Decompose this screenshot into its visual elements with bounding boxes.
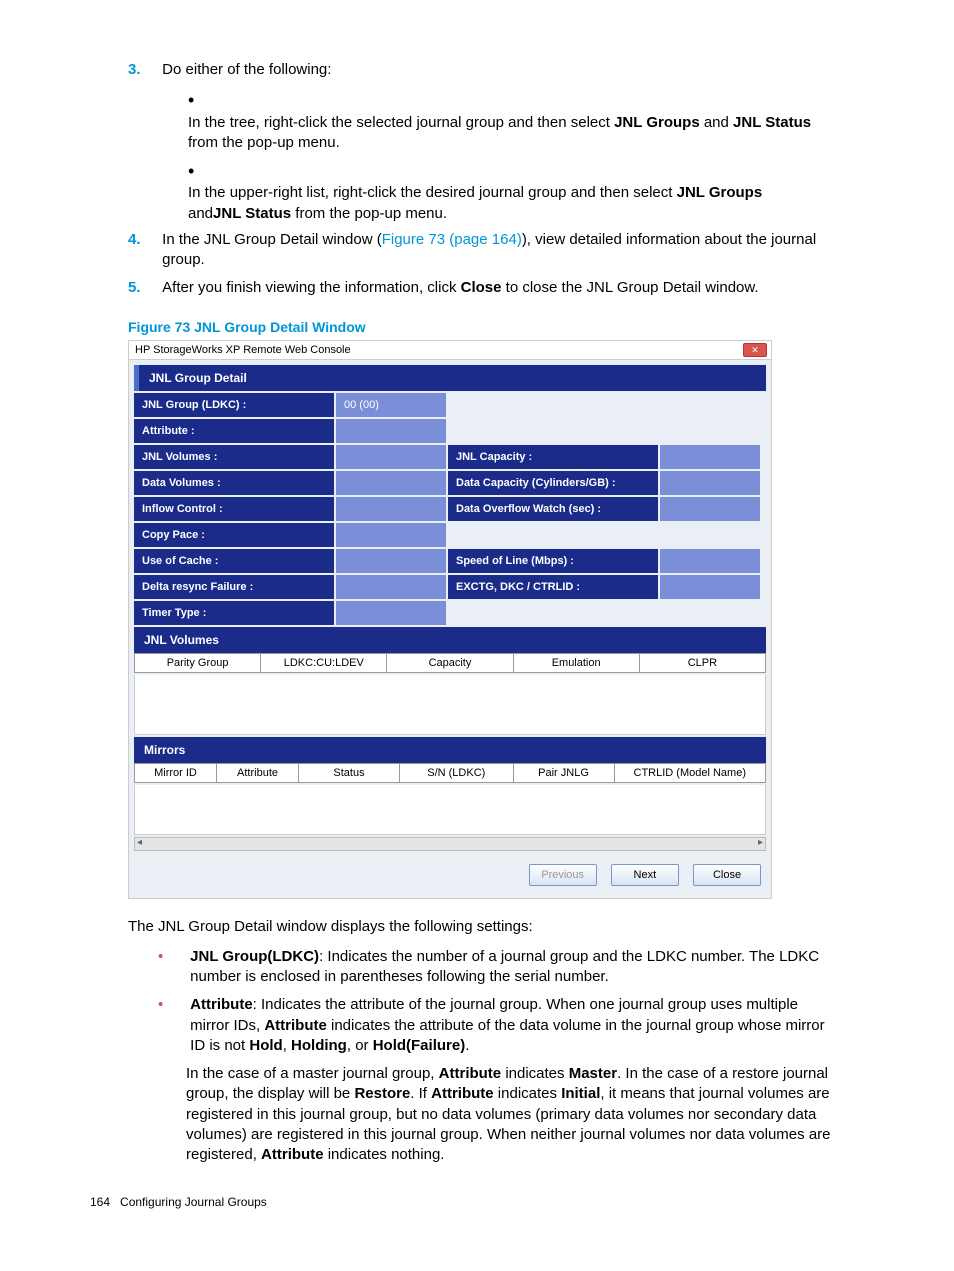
figure-73-link[interactable]: Figure 73 (page 164) xyxy=(382,231,522,248)
lbl-data-volumes: Data Volumes : xyxy=(134,471,334,495)
val-data-capacity xyxy=(660,471,760,495)
bullet: • xyxy=(188,159,218,183)
bullet: • xyxy=(188,88,218,112)
col-mirror-id[interactable]: Mirror ID xyxy=(135,763,217,782)
lbl-delta: Delta resync Failure : xyxy=(134,575,334,599)
step-4-text: In the JNL Group Detail window (Figure 7… xyxy=(162,230,842,271)
horizontal-scrollbar[interactable] xyxy=(134,837,766,851)
bullet: • xyxy=(158,947,186,967)
settings-list: • JNL Group(LDKC): Indicates the number … xyxy=(158,947,848,1166)
lbl-exctg: EXCTG, DKC / CTRLID : xyxy=(448,575,658,599)
button-row: Previous Next Close xyxy=(129,856,771,898)
page-number: 164 xyxy=(90,1195,110,1209)
lbl-jnl-volumes: JNL Volumes : xyxy=(134,445,334,469)
lbl-speed: Speed of Line (Mbps) : xyxy=(448,549,658,573)
val-cache xyxy=(336,549,446,573)
val-overflow xyxy=(660,497,760,521)
window-title: HP StorageWorks XP Remote Web Console xyxy=(135,344,351,356)
val-exctg xyxy=(660,575,760,599)
intro-text: The JNL Group Detail window displays the… xyxy=(128,917,848,937)
col-capacity[interactable]: Capacity xyxy=(387,653,513,672)
lbl-copy-pace: Copy Pace : xyxy=(134,523,334,547)
val-delta xyxy=(336,575,446,599)
val-timer xyxy=(336,601,446,625)
mirrors-body xyxy=(134,785,766,835)
close-icon[interactable]: ✕ xyxy=(743,343,767,357)
col-ctrlid[interactable]: CTRLID (Model Name) xyxy=(614,763,765,782)
val-copy-pace xyxy=(336,523,446,547)
col-pair-jnlg[interactable]: Pair JNLG xyxy=(513,763,614,782)
val-jnl-capacity xyxy=(660,445,760,469)
section-mirrors: Mirrors xyxy=(134,737,766,763)
step-number-3: 3. xyxy=(128,60,158,80)
lbl-attribute: Attribute : xyxy=(134,419,334,443)
jnl-group-detail-window: HP StorageWorks XP Remote Web Console ✕ … xyxy=(128,340,772,899)
col-ldkc-cu-ldev[interactable]: LDKC:CU:LDEV xyxy=(261,653,387,672)
window-titlebar: HP StorageWorks XP Remote Web Console ✕ xyxy=(129,341,771,360)
previous-button: Previous xyxy=(529,864,597,886)
step-3: 3. Do either of the following: xyxy=(128,60,848,80)
val-attribute xyxy=(336,419,446,443)
step-5-text: After you finish viewing the information… xyxy=(162,278,842,298)
val-jnl-group: 00 (00) xyxy=(336,393,446,417)
step-3a: In the tree, right-click the selected jo… xyxy=(188,113,818,154)
step-5: 5. After you finish viewing the informat… xyxy=(128,278,848,298)
lbl-timer: Timer Type : xyxy=(134,601,334,625)
close-button[interactable]: Close xyxy=(693,864,761,886)
desc-attribute-continued: In the case of a master journal group, A… xyxy=(186,1064,836,1165)
step-3b: In the upper-right list, right-click the… xyxy=(188,183,818,224)
lbl-data-capacity: Data Capacity (Cylinders/GB) : xyxy=(448,471,658,495)
bullet: • xyxy=(158,995,186,1015)
val-data-volumes xyxy=(336,471,446,495)
panel-title: JNL Group Detail xyxy=(134,365,766,391)
mirrors-table: Mirror ID Attribute Status S/N (LDKC) Pa… xyxy=(134,763,766,783)
col-mirror-status[interactable]: Status xyxy=(299,763,400,782)
desc-attribute: Attribute: Indicates the attribute of th… xyxy=(190,995,840,1056)
section-jnl-volumes: JNL Volumes xyxy=(134,627,766,653)
figure-caption: Figure 73 JNL Group Detail Window xyxy=(128,319,848,335)
step-3-sublist: • In the tree, right-click the selected … xyxy=(188,88,848,224)
lbl-cache: Use of Cache : xyxy=(134,549,334,573)
col-parity-group[interactable]: Parity Group xyxy=(135,653,261,672)
page-footer: 164 Configuring Journal Groups xyxy=(90,1195,954,1209)
col-clpr[interactable]: CLPR xyxy=(639,653,765,672)
val-inflow xyxy=(336,497,446,521)
jnl-volumes-table: Parity Group LDKC:CU:LDEV Capacity Emula… xyxy=(134,653,766,673)
val-speed xyxy=(660,549,760,573)
desc-jnl-group: JNL Group(LDKC): Indicates the number of… xyxy=(190,947,840,988)
lbl-inflow: Inflow Control : xyxy=(134,497,334,521)
step-number-5: 5. xyxy=(128,278,158,298)
step-3-text: Do either of the following: xyxy=(162,60,842,80)
lbl-overflow: Data Overflow Watch (sec) : xyxy=(448,497,658,521)
step-4: 4. In the JNL Group Detail window (Figur… xyxy=(128,230,848,271)
section-title: Configuring Journal Groups xyxy=(120,1195,267,1209)
lbl-jnl-group: JNL Group (LDKC) : xyxy=(134,393,334,417)
lbl-jnl-capacity: JNL Capacity : xyxy=(448,445,658,469)
val-jnl-volumes xyxy=(336,445,446,469)
col-mirror-attribute[interactable]: Attribute xyxy=(217,763,299,782)
col-emulation[interactable]: Emulation xyxy=(513,653,639,672)
col-sn-ldkc[interactable]: S/N (LDKC) xyxy=(399,763,513,782)
step-number-4: 4. xyxy=(128,230,158,250)
next-button[interactable]: Next xyxy=(611,864,679,886)
jnl-volumes-body xyxy=(134,675,766,735)
